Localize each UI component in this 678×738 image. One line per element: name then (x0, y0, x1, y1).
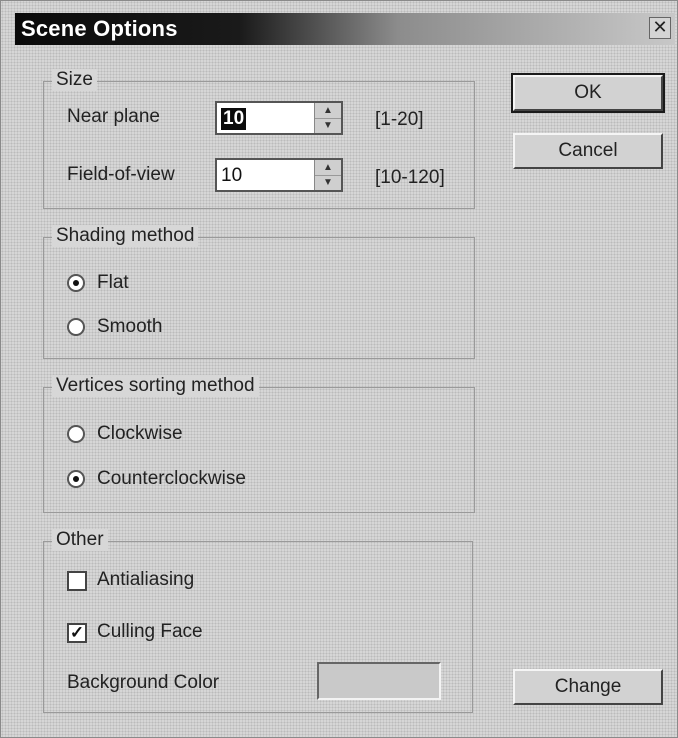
radio-smooth-label: Smooth (97, 316, 163, 337)
checkmark-icon[interactable]: ✓ (67, 623, 87, 643)
field-of-view-label: Field-of-view (67, 164, 175, 185)
near-plane-up-arrow-icon[interactable]: ▲ (315, 103, 341, 119)
background-color-swatch (317, 662, 441, 700)
near-plane-label: Near plane (67, 106, 160, 127)
field-of-view-down-arrow-icon[interactable]: ▼ (315, 175, 341, 190)
radio-clockwise-label: Clockwise (97, 423, 183, 444)
near-plane-spin-buttons[interactable]: ▲ ▼ (314, 103, 341, 133)
field-of-view-value[interactable]: 10 (221, 165, 242, 187)
shading-method-legend: Shading method (52, 225, 199, 247)
other-legend: Other (52, 529, 108, 551)
near-plane-down-arrow-icon[interactable]: ▼ (315, 118, 341, 133)
checkbox-culling-face[interactable]: ✓ Culling Face (67, 621, 267, 647)
field-of-view-spinbox[interactable]: 10 ▲ ▼ (215, 158, 343, 192)
size-group-legend: Size (52, 69, 97, 91)
radio-selected-dot (73, 280, 79, 286)
radio-flat-label: Flat (97, 272, 129, 293)
radio-counterclockwise-label: Counterclockwise (97, 468, 246, 489)
radio-clockwise[interactable]: Clockwise (67, 423, 287, 449)
field-of-view-spin-buttons[interactable]: ▲ ▼ (314, 160, 341, 190)
radio-smooth[interactable]: Smooth (67, 316, 227, 342)
radio-flat-indicator[interactable] (67, 274, 85, 292)
window-title: Scene Options (21, 16, 178, 41)
radio-clockwise-indicator[interactable] (67, 425, 85, 443)
change-button[interactable]: Change (513, 669, 663, 705)
vertices-sorting-legend: Vertices sorting method (52, 375, 259, 397)
antialiasing-checkbox[interactable] (67, 571, 87, 591)
radio-counterclockwise-indicator[interactable] (67, 470, 85, 488)
radio-selected-dot (73, 476, 79, 482)
near-plane-range: [1-20] (375, 109, 424, 130)
near-plane-value[interactable]: 10 (221, 108, 247, 130)
title-bar[interactable]: Scene Options ✕ (15, 13, 675, 45)
checkbox-antialiasing[interactable]: Antialiasing (67, 569, 267, 595)
radio-counterclockwise[interactable]: Counterclockwise (67, 468, 307, 494)
ok-button[interactable]: OK (511, 73, 665, 113)
radio-flat[interactable]: Flat (67, 272, 227, 298)
field-of-view-range: [10-120] (375, 167, 445, 188)
scene-options-dialog: Scene Options ✕ Size Near plane 10 ▲ ▼ [… (0, 0, 678, 738)
background-color-label: Background Color (67, 672, 220, 693)
radio-smooth-indicator[interactable] (67, 318, 85, 336)
field-of-view-up-arrow-icon[interactable]: ▲ (315, 160, 341, 176)
near-plane-spinbox[interactable]: 10 ▲ ▼ (215, 101, 343, 135)
cancel-button[interactable]: Cancel (513, 133, 663, 169)
culling-face-label: Culling Face (97, 621, 203, 642)
close-icon[interactable]: ✕ (649, 17, 671, 39)
vertices-sorting-group: Vertices sorting method (43, 375, 475, 513)
antialiasing-label: Antialiasing (97, 569, 195, 590)
